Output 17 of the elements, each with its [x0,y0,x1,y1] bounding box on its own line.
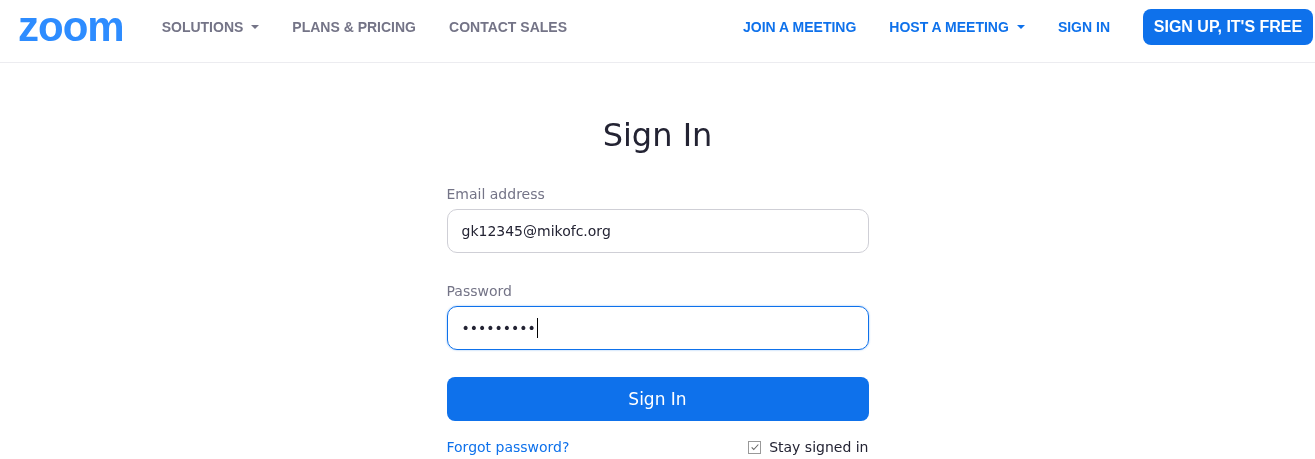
nav-link[interactable]: CONTACT SALES [449,18,567,35]
nav-link[interactable]: HOST A MEETING [889,18,1025,35]
input-field[interactable]: ••••••••• [446,306,869,350]
nav-link[interactable]: SOLUTIONS [161,18,260,35]
nav-link[interactable]: SIGN IN [1057,18,1110,35]
checkbox[interactable] [748,440,762,454]
page-title: Sign In [601,116,714,154]
input-field[interactable]: gk12345@mikofc.org [446,209,869,253]
field-label: Password [446,283,513,299]
nav-link[interactable]: JOIN A MEETING [743,18,857,35]
nav-link[interactable]: PLANS & PRICING [292,18,416,35]
checkbox-label: Stay signed in [769,439,869,455]
sign-in-button[interactable]: Sign In [446,377,869,421]
field-label: Email address [446,186,546,202]
signup-button[interactable]: SIGN UP, IT'S FREE [1143,8,1313,45]
forgot-password-link[interactable]: Forgot password? [446,439,570,455]
logo[interactable]: zoom [18,6,124,48]
